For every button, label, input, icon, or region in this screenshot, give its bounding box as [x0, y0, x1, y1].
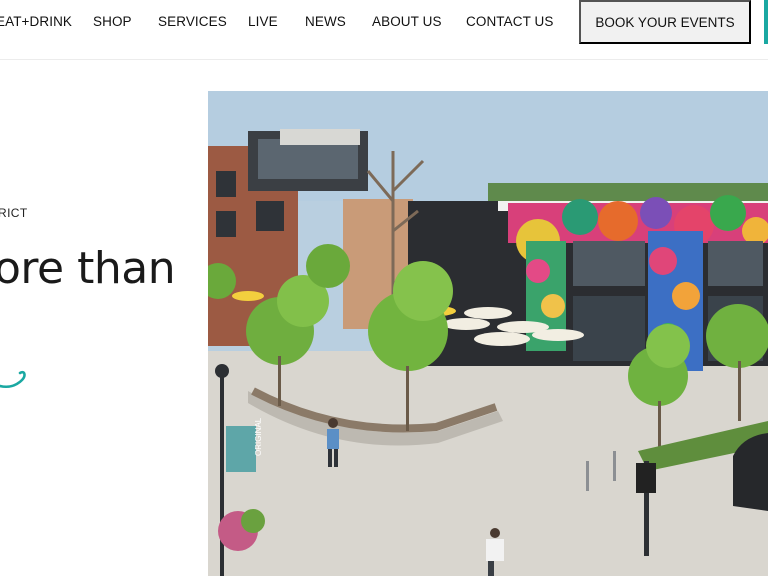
hero-eyebrow: RICT: [0, 206, 28, 220]
hero-photo: ORIGINAL: [208, 91, 768, 576]
book-events-button[interactable]: BOOK YOUR EVENTS: [579, 0, 751, 44]
nav-eat-drink[interactable]: EAT+DRINK: [0, 14, 72, 29]
nav-services[interactable]: SERVICES: [158, 14, 227, 29]
nav-about-us[interactable]: ABOUT US: [372, 14, 442, 29]
nav-contact-us[interactable]: CONTACT US: [466, 14, 554, 29]
nav-shop[interactable]: SHOP: [93, 14, 132, 29]
script-flourish-icon: [0, 370, 26, 389]
lamp-banner-text: ORIGINAL: [254, 417, 263, 456]
nav-live[interactable]: LIVE: [248, 14, 278, 29]
accent-edge: [764, 0, 768, 44]
hero-photo-illustration: ORIGINAL: [208, 91, 768, 576]
nav-news[interactable]: NEWS: [305, 14, 346, 29]
hero-headline: ore than: [0, 243, 176, 294]
site-header: EAT+DRINK SHOP SERVICES LIVE NEWS ABOUT …: [0, 0, 768, 60]
